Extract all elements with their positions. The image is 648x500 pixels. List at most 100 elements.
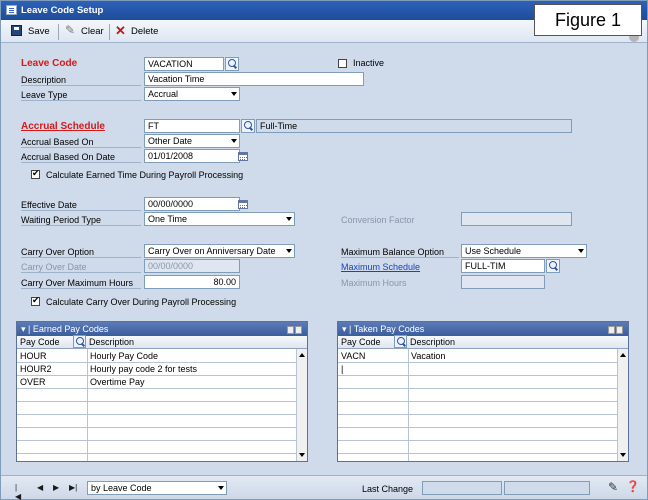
table-row[interactable] bbox=[338, 415, 617, 428]
column-header-description[interactable]: Description bbox=[89, 337, 134, 348]
carry-over-option-value: Carry Over on Anniversary Date bbox=[148, 246, 276, 256]
save-icon[interactable] bbox=[11, 25, 22, 36]
leave-code-lookup-icon[interactable] bbox=[225, 57, 239, 71]
help-icon[interactable]: ❓ bbox=[626, 481, 640, 493]
delete-icon[interactable]: ✕ bbox=[115, 24, 126, 37]
delete-button[interactable]: Delete bbox=[131, 25, 158, 39]
carry-over-option-label: Carry Over Option bbox=[21, 246, 141, 258]
last-change-date-field bbox=[504, 481, 590, 495]
row-description: Vacation bbox=[411, 351, 446, 361]
waiting-period-type-value: One Time bbox=[148, 214, 188, 224]
max-schedule-lookup-icon[interactable] bbox=[546, 259, 560, 273]
sort-order-dropdown[interactable]: by Leave Code bbox=[87, 481, 227, 495]
accrual-based-on-label: Accrual Based On bbox=[21, 136, 141, 148]
chevron-down-icon bbox=[231, 139, 237, 143]
table-row[interactable] bbox=[17, 441, 296, 454]
carry-over-max-hours-field[interactable]: 80.00 bbox=[144, 275, 240, 289]
effective-date-field[interactable]: 00/00/0000 bbox=[144, 197, 240, 211]
table-row[interactable] bbox=[338, 389, 617, 402]
accrual-based-on-date-label: Accrual Based On Date bbox=[21, 151, 141, 163]
inactive-checkbox[interactable] bbox=[338, 59, 347, 68]
accrual-schedule-lookup-icon[interactable] bbox=[241, 119, 255, 133]
chevron-down-icon bbox=[578, 249, 584, 253]
leave-code-field[interactable]: VACATION bbox=[144, 57, 224, 71]
table-row[interactable] bbox=[17, 415, 296, 428]
carry-over-option-dropdown[interactable]: Carry Over on Anniversary Date bbox=[144, 244, 295, 258]
calc-carry-over-label: Calculate Carry Over During Payroll Proc… bbox=[46, 297, 237, 307]
leave-type-dropdown[interactable]: Accrual bbox=[144, 87, 240, 101]
table-row[interactable] bbox=[338, 428, 617, 441]
last-record-icon[interactable]: ▶| bbox=[69, 483, 77, 492]
taken-grid-columns: Pay Code Description bbox=[338, 335, 628, 349]
table-row[interactable]: HOUR Hourly Pay Code bbox=[17, 350, 296, 363]
column-header-pay-code[interactable]: Pay Code bbox=[341, 337, 381, 348]
accrual-schedule-link[interactable]: Accrual Schedule bbox=[21, 121, 105, 133]
accrual-schedule-field[interactable]: FT bbox=[144, 119, 240, 133]
clear-button[interactable]: Clear bbox=[81, 25, 104, 39]
grid-options-icon[interactable] bbox=[607, 324, 625, 334]
first-record-icon[interactable]: |◀ bbox=[15, 483, 23, 500]
calendar-icon[interactable] bbox=[238, 152, 248, 161]
carry-over-max-hours-label: Carry Over Maximum Hours bbox=[21, 277, 141, 289]
earned-grid-title: Earned Pay Codes bbox=[32, 324, 109, 334]
calc-carry-over-checkbox[interactable] bbox=[31, 295, 40, 306]
row-pay-code: OVER bbox=[20, 377, 46, 387]
note-icon[interactable]: ✎ bbox=[608, 481, 618, 493]
grid-options-icon[interactable] bbox=[286, 324, 304, 334]
carry-over-date-field: 00/00/0000 bbox=[144, 259, 240, 273]
row-pay-code: VACN bbox=[341, 351, 366, 361]
conversion-factor-label: Conversion Factor bbox=[341, 215, 415, 225]
max-schedule-field[interactable]: FULL-TIM bbox=[461, 259, 545, 273]
max-balance-option-dropdown[interactable]: Use Schedule bbox=[461, 244, 587, 258]
pay-code-lookup-icon[interactable] bbox=[73, 335, 86, 348]
earned-pay-codes-grid: ▾ | Earned Pay Codes Pay Code Descriptio… bbox=[16, 321, 308, 462]
taken-grid-scrollbar[interactable] bbox=[617, 349, 628, 461]
toolbar-separator bbox=[58, 24, 59, 40]
table-row[interactable]: HOUR2 Hourly pay code 2 for tests bbox=[17, 363, 296, 376]
max-balance-option-value: Use Schedule bbox=[465, 246, 522, 256]
table-row[interactable] bbox=[338, 402, 617, 415]
chevron-down-icon bbox=[286, 249, 292, 253]
column-header-pay-code[interactable]: Pay Code bbox=[20, 337, 60, 348]
table-row[interactable] bbox=[17, 428, 296, 441]
calc-earned-time-label: Calculate Earned Time During Payroll Pro… bbox=[46, 170, 244, 180]
description-field[interactable]: Vacation Time bbox=[144, 72, 364, 86]
chevron-down-icon[interactable]: ▾ bbox=[342, 324, 347, 334]
window-title: Leave Code Setup bbox=[21, 5, 104, 16]
accrual-based-on-date-field[interactable]: 01/01/2008 bbox=[144, 149, 240, 163]
table-row[interactable] bbox=[338, 441, 617, 454]
table-row[interactable] bbox=[17, 389, 296, 402]
table-row[interactable]: | bbox=[338, 363, 617, 376]
leave-type-label: Leave Type bbox=[21, 89, 141, 101]
table-row[interactable]: VACN Vacation bbox=[338, 350, 617, 363]
leave-code-setup-window: Leave Code Setup Save ✎ Clear ✕ Delete L… bbox=[0, 0, 648, 500]
previous-record-icon[interactable]: ◀ bbox=[37, 483, 45, 492]
earned-grid-scrollbar[interactable] bbox=[296, 349, 307, 461]
scroll-down-icon[interactable] bbox=[299, 453, 305, 457]
row-description: Overtime Pay bbox=[90, 377, 145, 387]
table-row[interactable] bbox=[338, 376, 617, 389]
clear-icon[interactable]: ✎ bbox=[65, 24, 76, 36]
waiting-period-type-dropdown[interactable]: One Time bbox=[144, 212, 295, 226]
calendar-icon[interactable] bbox=[238, 200, 248, 209]
accrual-based-on-dropdown[interactable]: Other Date bbox=[144, 134, 240, 148]
calc-earned-time-checkbox[interactable] bbox=[31, 168, 40, 179]
scroll-up-icon[interactable] bbox=[299, 353, 305, 357]
chevron-down-icon bbox=[218, 486, 224, 490]
carry-over-date-label: Carry Over Date bbox=[21, 261, 141, 273]
taken-grid-header: ▾ | Taken Pay Codes bbox=[338, 322, 628, 336]
earned-grid-header: ▾ | Earned Pay Codes bbox=[17, 322, 307, 336]
next-record-icon[interactable]: ▶ bbox=[53, 483, 61, 492]
toolbar-separator bbox=[109, 24, 110, 40]
scroll-down-icon[interactable] bbox=[620, 453, 626, 457]
max-schedule-link[interactable]: Maximum Schedule bbox=[341, 261, 420, 273]
pay-code-lookup-icon[interactable] bbox=[394, 335, 407, 348]
figure-label: Figure 1 bbox=[534, 4, 642, 36]
table-row[interactable] bbox=[17, 402, 296, 415]
table-row[interactable]: OVER Overtime Pay bbox=[17, 376, 296, 389]
save-button[interactable]: Save bbox=[28, 25, 50, 39]
column-header-description[interactable]: Description bbox=[410, 337, 455, 348]
chevron-down-icon[interactable]: ▾ bbox=[21, 324, 26, 334]
scroll-up-icon[interactable] bbox=[620, 353, 626, 357]
row-description: Hourly Pay Code bbox=[90, 351, 159, 361]
